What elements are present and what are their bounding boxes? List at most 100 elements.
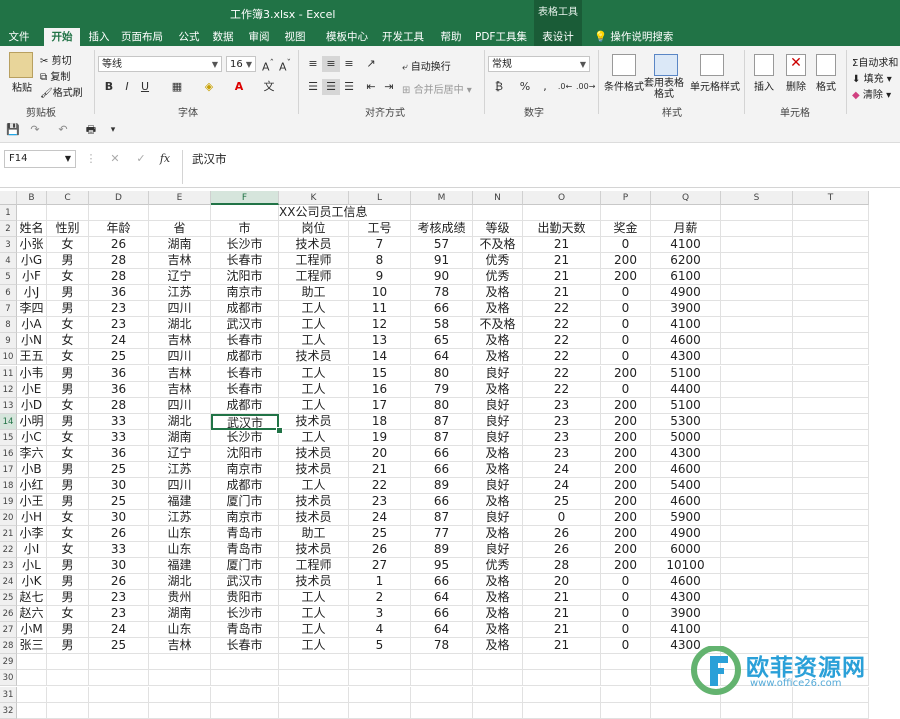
empty-cell[interactable] (793, 205, 869, 222)
table-cell[interactable]: 工程师 (279, 253, 349, 270)
empty-cell[interactable] (473, 654, 523, 671)
table-cell[interactable]: 25 (523, 493, 601, 510)
table-cell[interactable]: 36 (89, 381, 149, 398)
comma-icon[interactable]: , (536, 79, 554, 95)
table-cell[interactable]: 19 (349, 429, 411, 446)
empty-cell[interactable] (149, 654, 211, 671)
table-cell[interactable]: 及格 (473, 285, 523, 302)
row-header[interactable]: 7 (0, 301, 17, 318)
header-cell[interactable]: 姓名 (17, 221, 47, 238)
tab-4[interactable]: 公式 (172, 28, 206, 46)
empty-cell[interactable] (793, 285, 869, 302)
merge-center-button[interactable]: ⊞ 合并后居中 ▾ (402, 81, 472, 96)
empty-cell[interactable] (523, 654, 601, 671)
increase-font-button[interactable]: Aˆ (259, 56, 277, 74)
table-cell[interactable]: 4300 (651, 445, 721, 462)
table-cell[interactable]: 吉林 (149, 638, 211, 655)
table-cell[interactable]: 22 (523, 301, 601, 318)
empty-cell[interactable] (651, 205, 721, 222)
table-cell[interactable]: 23 (89, 590, 149, 607)
table-cell[interactable]: 女 (47, 349, 89, 366)
empty-cell[interactable] (721, 365, 793, 382)
phonetic-icon[interactable]: 文 (260, 79, 278, 95)
table-cell[interactable]: 7 (349, 237, 411, 254)
table-cell[interactable]: 5100 (651, 365, 721, 382)
empty-cell[interactable] (793, 221, 869, 238)
format-as-table-button[interactable]: 套用表格格式 (644, 78, 684, 100)
empty-cell[interactable] (721, 461, 793, 478)
table-cell[interactable]: 22 (523, 333, 601, 350)
row-header[interactable]: 19 (0, 493, 17, 510)
table-cell[interactable]: 四川 (149, 397, 211, 414)
table-cell[interactable]: 男 (47, 477, 89, 494)
table-cell[interactable]: 南京市 (211, 509, 279, 526)
table-cell[interactable]: 小G (17, 253, 47, 270)
empty-cell[interactable] (721, 381, 793, 398)
table-cell[interactable]: 不及格 (473, 237, 523, 254)
empty-cell[interactable] (601, 654, 651, 671)
table-cell[interactable]: 四川 (149, 301, 211, 318)
table-cell[interactable]: 优秀 (473, 269, 523, 286)
empty-cell[interactable] (89, 686, 149, 703)
table-cell[interactable]: 小A (17, 317, 47, 334)
table-cell[interactable]: 0 (601, 606, 651, 623)
table-cell[interactable]: 26 (89, 237, 149, 254)
insert-function-icon[interactable]: fx (156, 151, 174, 167)
table-cell[interactable]: 0 (601, 590, 651, 607)
empty-cell[interactable] (411, 654, 473, 671)
empty-cell[interactable] (601, 205, 651, 222)
table-cell[interactable]: 28 (89, 397, 149, 414)
sheet-title[interactable]: XX公司员工信息 (279, 205, 367, 222)
empty-cell[interactable] (149, 702, 211, 719)
table-cell[interactable]: 武汉市 (211, 317, 279, 334)
table-cell[interactable]: 87 (411, 509, 473, 526)
table-cell[interactable]: 女 (47, 397, 89, 414)
header-cell[interactable]: 月薪 (651, 221, 721, 238)
cancel-icon[interactable]: ✕ (106, 151, 124, 167)
table-cell[interactable]: 78 (411, 638, 473, 655)
empty-cell[interactable] (523, 205, 601, 222)
insert-cells-button[interactable]: 插入 (754, 78, 774, 93)
table-cell[interactable]: 江苏 (149, 285, 211, 302)
tab-12[interactable]: 表设计 (534, 28, 582, 46)
empty-cell[interactable] (349, 702, 411, 719)
row-header[interactable]: 6 (0, 285, 17, 302)
empty-cell[interactable] (793, 269, 869, 286)
table-cell[interactable]: 赵六 (17, 606, 47, 623)
row-header[interactable]: 8 (0, 317, 17, 334)
row-header[interactable]: 12 (0, 381, 17, 398)
table-cell[interactable]: 长沙市 (211, 429, 279, 446)
table-cell[interactable]: 18 (349, 413, 411, 430)
table-cell[interactable]: 工人 (279, 477, 349, 494)
empty-cell[interactable] (17, 702, 47, 719)
align-top-icon[interactable]: ≡ (304, 56, 322, 72)
row-header[interactable]: 21 (0, 526, 17, 543)
enter-icon[interactable]: ✓ (132, 151, 150, 167)
table-cell[interactable]: 30 (89, 558, 149, 575)
empty-cell[interactable] (793, 590, 869, 607)
table-cell[interactable]: 及格 (473, 526, 523, 543)
empty-cell[interactable] (721, 542, 793, 559)
table-cell[interactable]: 26 (523, 542, 601, 559)
empty-cell[interactable] (793, 253, 869, 270)
empty-cell[interactable] (47, 654, 89, 671)
header-cell[interactable]: 省 (149, 221, 211, 238)
empty-cell[interactable] (721, 333, 793, 350)
table-cell[interactable]: 男 (47, 381, 89, 398)
table-cell[interactable]: 3900 (651, 301, 721, 318)
table-cell[interactable]: 及格 (473, 590, 523, 607)
table-cell[interactable]: 22 (523, 381, 601, 398)
table-cell[interactable]: 26 (89, 526, 149, 543)
cut-button[interactable]: ✂ 剪切 (40, 52, 72, 67)
table-cell[interactable]: 64 (411, 590, 473, 607)
fill-color-icon[interactable]: ◈ (200, 79, 218, 95)
table-cell[interactable]: 及格 (473, 622, 523, 639)
empty-cell[interactable] (793, 622, 869, 639)
table-cell[interactable]: 3 (349, 606, 411, 623)
row-header[interactable]: 3 (0, 237, 17, 254)
table-cell[interactable]: 长春市 (211, 638, 279, 655)
bold-button[interactable]: B (100, 79, 118, 95)
table-cell[interactable]: 男 (47, 638, 89, 655)
tab-2[interactable]: 插入 (82, 28, 116, 46)
empty-cell[interactable] (651, 702, 721, 719)
